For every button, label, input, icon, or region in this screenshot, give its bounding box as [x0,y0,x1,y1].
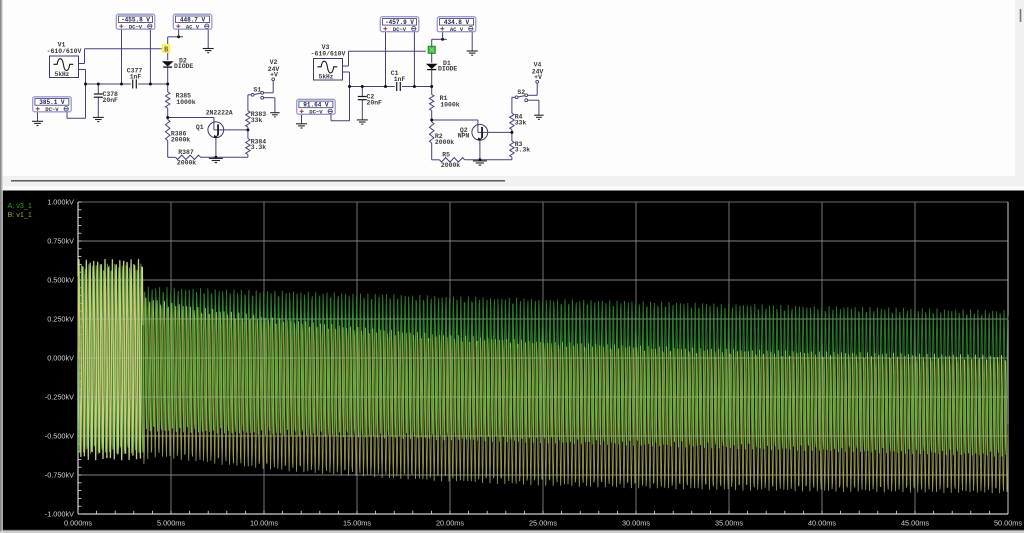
svg-text:DC~V: DC~V [45,106,59,113]
svg-text:5kHz: 5kHz [55,71,70,78]
svg-text:2000k: 2000k [441,162,460,169]
svg-text:25.00ms: 25.00ms [529,518,557,527]
svg-text:20nF: 20nF [103,97,119,104]
svg-text:S2: S2 [517,89,525,96]
svg-text:2000k: 2000k [435,139,454,146]
svg-text:0.750kV: 0.750kV [47,237,74,246]
svg-text:3.3k: 3.3k [251,144,267,151]
svg-text:-610/610V: -610/610V [311,51,346,58]
svg-text:R5: R5 [442,152,450,159]
svg-text:R387: R387 [178,149,194,156]
svg-text:40.00ms: 40.00ms [808,518,836,527]
svg-text:DC~V: DC~V [393,26,407,33]
svg-text:35.00ms: 35.00ms [715,518,743,527]
svg-text:2000k: 2000k [171,136,190,143]
svg-text:-610/610V: -610/610V [47,48,82,55]
svg-text:30.00ms: 30.00ms [622,518,650,527]
svg-text:AC V: AC V [186,23,200,30]
svg-text:AC V: AC V [450,26,464,33]
svg-text:DC~V: DC~V [309,109,323,116]
svg-text:15.00ms: 15.00ms [343,518,371,527]
svg-text:50.00ms: 50.00ms [994,518,1022,527]
svg-text:Q1: Q1 [196,124,204,131]
svg-text:10.00ms: 10.00ms [250,518,278,527]
svg-text:20nF: 20nF [367,100,383,107]
svg-text:A: v3_1: A: v3_1 [8,201,32,210]
svg-text:1nF: 1nF [394,76,406,83]
svg-text:-0.750kV: -0.750kV [45,471,74,480]
svg-text:DC~V: DC~V [129,23,143,30]
svg-text:33k: 33k [251,117,263,124]
svg-text:-0.250kV: -0.250kV [45,393,74,402]
svg-text:2N2222A: 2N2222A [206,110,233,117]
svg-text:S1: S1 [253,86,261,93]
svg-text:33k: 33k [515,119,527,126]
svg-text:0.500kV: 0.500kV [47,276,74,285]
svg-text:+V: +V [534,74,542,81]
svg-text:5.000ms: 5.000ms [157,518,185,527]
svg-text:DIODE: DIODE [174,63,193,70]
svg-text:NPN: NPN [458,133,470,140]
svg-text:-0.500kV: -0.500kV [45,432,74,441]
svg-text:1.000kV: 1.000kV [47,198,74,207]
svg-text:1000k: 1000k [176,99,195,106]
svg-text:1nF: 1nF [130,73,142,80]
svg-text:3.3k: 3.3k [515,147,531,154]
svg-text:2000k: 2000k [177,160,196,167]
svg-text:45.00ms: 45.00ms [901,518,929,527]
svg-text:0.000ms: 0.000ms [64,518,92,527]
svg-text:-1.000kV: -1.000kV [45,510,74,519]
svg-text:20.00ms: 20.00ms [436,518,464,527]
svg-text:0.000kV: 0.000kV [47,354,74,363]
svg-text:B: v1_1: B: v1_1 [8,210,32,219]
svg-text:DIODE: DIODE [438,66,457,73]
svg-text:5kHz: 5kHz [319,73,334,80]
svg-text:1000k: 1000k [440,102,459,109]
svg-text:+V: +V [270,72,278,79]
svg-text:0.250kV: 0.250kV [47,315,74,324]
